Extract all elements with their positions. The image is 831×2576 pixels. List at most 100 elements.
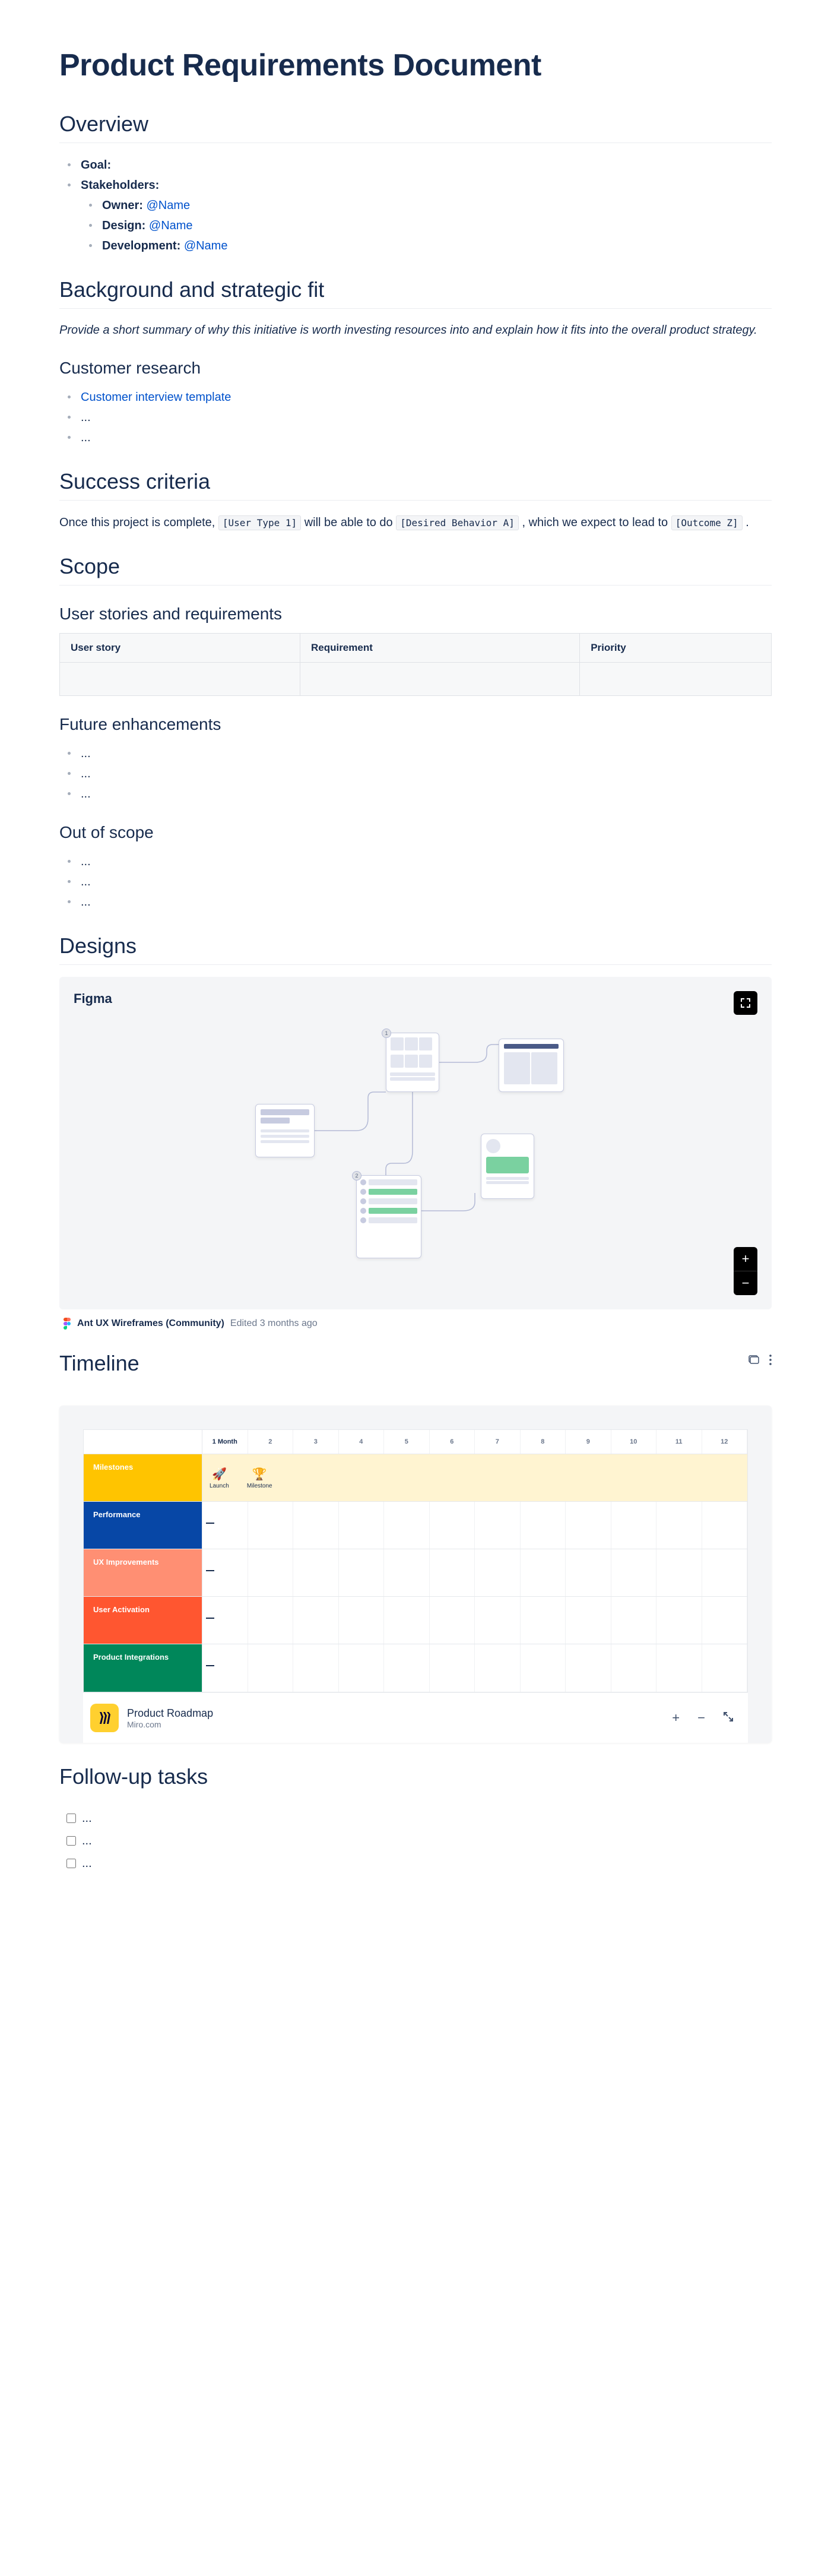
month-label: 12 xyxy=(702,1430,748,1454)
figma-file-meta: Edited 3 months ago xyxy=(230,1318,318,1329)
milestone-trophy: 🏆Milestone xyxy=(247,1467,272,1489)
label-stakeholders: Stakeholders: xyxy=(81,179,159,192)
rocket-icon: 🚀 xyxy=(212,1467,227,1482)
label-goal: Goal: xyxy=(81,159,111,172)
roadmap-track: 🚀Launch🏆Milestone xyxy=(202,1454,747,1501)
roadmap-row-label: Performance xyxy=(84,1502,202,1549)
miro-icon xyxy=(90,1704,119,1732)
mention-design[interactable]: @Name xyxy=(149,219,193,232)
list-item: ... xyxy=(81,892,772,912)
comment-icon xyxy=(748,1354,760,1366)
comment-button[interactable] xyxy=(748,1354,760,1369)
roadmap-track xyxy=(202,1502,747,1549)
list-item: ... xyxy=(81,764,772,784)
month-label: 4 xyxy=(339,1430,385,1454)
roadmap-row: UX Improvements xyxy=(84,1549,747,1597)
roadmap-row: Product Integrations xyxy=(84,1644,747,1692)
zoom-out-button[interactable]: − xyxy=(734,1271,757,1295)
list-item: Owner: @Name xyxy=(102,195,772,216)
bar-handle[interactable] xyxy=(206,1665,217,1671)
heading-user-stories: User stories and requirements xyxy=(59,605,772,624)
figma-icon xyxy=(63,1318,71,1330)
figma-file-name[interactable]: Ant UX Wireframes (Community) xyxy=(77,1318,224,1329)
roadmap-row-label: UX Improvements xyxy=(84,1549,202,1596)
list-item: ... xyxy=(81,852,772,872)
bar-handle[interactable] xyxy=(206,1570,217,1576)
hint-background: Provide a short summary of why this init… xyxy=(59,321,772,340)
month-label: 1 Month xyxy=(202,1430,248,1454)
roadmap-track xyxy=(202,1549,747,1596)
zoom-controls: + − xyxy=(734,1247,757,1295)
list-item: Goal: xyxy=(81,155,772,175)
expand-button[interactable] xyxy=(734,991,757,1015)
column-user-story: User story xyxy=(60,634,300,663)
miro-zoom-out-button[interactable]: − xyxy=(697,1710,705,1726)
miro-embed[interactable]: 1 Month23456789101112 Milestones🚀Launch🏆… xyxy=(59,1406,772,1743)
roadmap-row: User Activation xyxy=(84,1597,747,1644)
task-item: ... xyxy=(59,1852,772,1875)
expand-icon xyxy=(740,998,751,1008)
task-item: ... xyxy=(59,1830,772,1852)
more-button[interactable] xyxy=(769,1355,772,1369)
roadmap-row: Milestones🚀Launch🏆Milestone xyxy=(84,1454,747,1502)
roadmap-row-label: User Activation xyxy=(84,1597,202,1644)
roadmap-row-label: Product Integrations xyxy=(84,1644,202,1692)
expand-icon xyxy=(723,1711,734,1722)
heading-overview: Overview xyxy=(59,112,772,143)
roadmap-row: Performance xyxy=(84,1502,747,1549)
list-item: ... xyxy=(81,872,772,892)
wireframe-card: 1 xyxy=(386,1033,439,1092)
bar-handle[interactable] xyxy=(206,1618,217,1624)
column-priority: Priority xyxy=(580,634,772,663)
figma-title: Figma xyxy=(74,991,112,1007)
table-row xyxy=(60,663,772,696)
wireframe-canvas: 1 2 xyxy=(249,1033,582,1258)
mention-owner[interactable]: @Name xyxy=(146,199,190,212)
list-item: ... xyxy=(81,428,772,448)
list-item: Customer interview template xyxy=(81,387,772,407)
heading-timeline: Timeline xyxy=(59,1351,748,1382)
column-requirement: Requirement xyxy=(300,634,579,663)
wireframe-card xyxy=(481,1134,534,1199)
list-item: ... xyxy=(81,784,772,804)
list-item: Design: @Name xyxy=(102,216,772,236)
heading-customer-research: Customer research xyxy=(59,359,772,378)
link-customer-interview-template[interactable]: Customer interview template xyxy=(81,391,231,404)
list-item: ... xyxy=(81,743,772,764)
wireframe-card xyxy=(499,1039,564,1092)
month-label: 3 xyxy=(293,1430,339,1454)
bar-handle[interactable] xyxy=(206,1523,217,1528)
wireframe-card xyxy=(255,1104,315,1157)
mention-development[interactable]: @Name xyxy=(184,239,228,252)
list-item: Development: @Name xyxy=(102,236,772,256)
miro-board-title[interactable]: Product Roadmap xyxy=(127,1707,213,1720)
month-label: 2 xyxy=(248,1430,294,1454)
month-label: 8 xyxy=(521,1430,566,1454)
task-item: ... xyxy=(59,1807,772,1830)
month-label: 10 xyxy=(611,1430,657,1454)
paragraph-success: Once this project is complete, [User Typ… xyxy=(59,512,772,533)
heading-designs: Designs xyxy=(59,933,772,965)
table-user-stories: User story Requirement Priority xyxy=(59,633,772,696)
trophy-icon: 🏆 xyxy=(252,1467,267,1482)
zoom-in-button[interactable]: + xyxy=(734,1247,757,1271)
month-label: 11 xyxy=(656,1430,702,1454)
heading-success-criteria: Success criteria xyxy=(59,469,772,501)
task-checkbox[interactable] xyxy=(66,1836,76,1846)
heading-follow-up-tasks: Follow-up tasks xyxy=(59,1764,772,1795)
roadmap-track xyxy=(202,1597,747,1644)
month-label: 9 xyxy=(566,1430,611,1454)
heading-background: Background and strategic fit xyxy=(59,277,772,309)
wireframe-card: 2 xyxy=(356,1175,421,1258)
roadmap-row-label: Milestones xyxy=(84,1454,202,1501)
month-label: 6 xyxy=(430,1430,475,1454)
month-label: 5 xyxy=(384,1430,430,1454)
miro-expand-button[interactable] xyxy=(723,1710,734,1726)
heading-out-of-scope: Out of scope xyxy=(59,823,772,842)
code-outcome: [Outcome Z] xyxy=(671,515,743,530)
roadmap-track xyxy=(202,1644,747,1692)
task-checkbox[interactable] xyxy=(66,1859,76,1868)
figma-embed[interactable]: Figma 1 xyxy=(59,977,772,1309)
miro-zoom-in-button[interactable]: + xyxy=(672,1710,680,1726)
task-checkbox[interactable] xyxy=(66,1814,76,1823)
